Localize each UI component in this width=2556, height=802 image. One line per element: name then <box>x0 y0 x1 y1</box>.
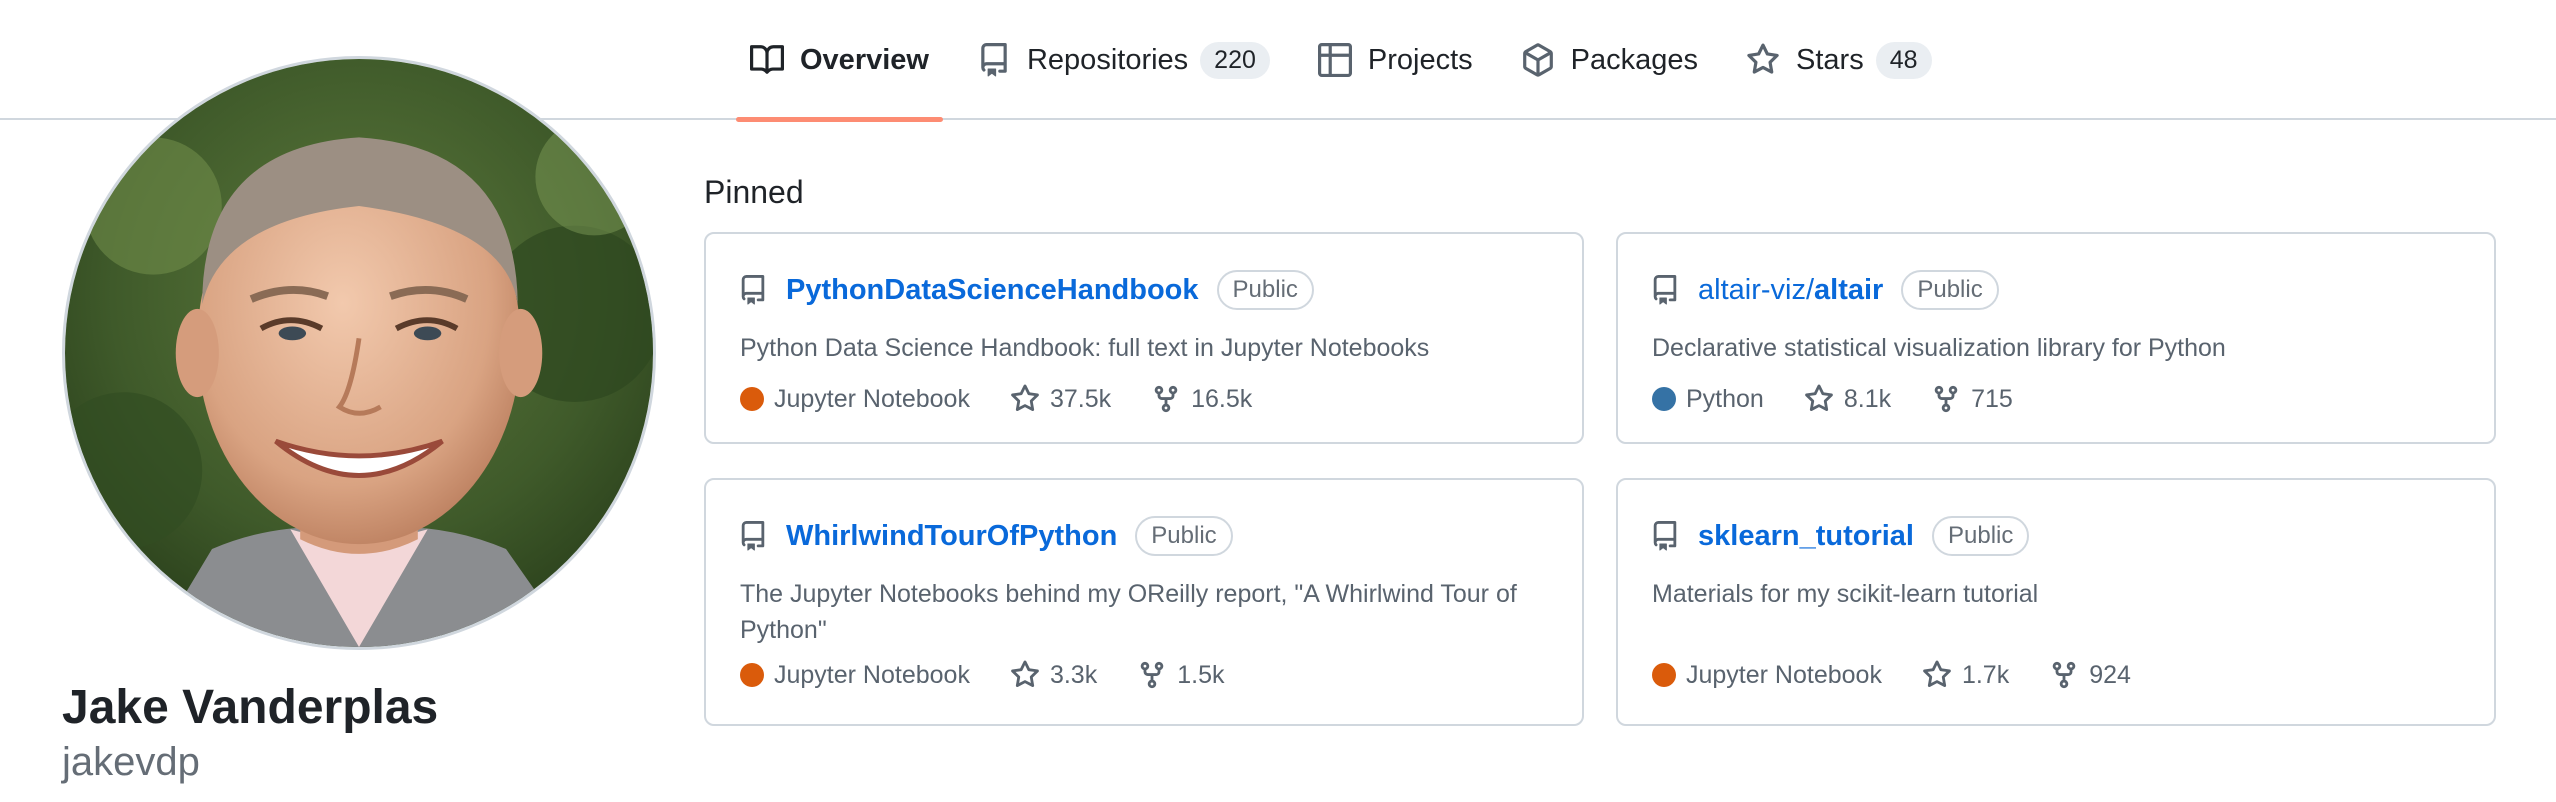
repo-description: Python Data Science Handbook: full text … <box>740 334 1430 362</box>
repo-forks-link[interactable]: 1.5k <box>1137 660 1224 690</box>
repo-description: The Jupyter Notebooks behind my OReilly … <box>740 580 1517 644</box>
language-label: Jupyter Notebook <box>1686 660 1882 689</box>
repo-stars-link[interactable]: 1.7k <box>1922 660 2009 690</box>
repo-forks-link[interactable]: 715 <box>1931 384 2013 414</box>
visibility-badge: Public <box>1931 516 2030 556</box>
pinned-repo-card: WhirlwindTourOfPython Public The Jupyter… <box>704 478 1584 726</box>
stars-count-badge: 48 <box>1875 41 1932 79</box>
tab-label: Overview <box>800 43 929 76</box>
star-icon <box>1011 660 1039 688</box>
repo-language: Jupyter Notebook <box>740 661 970 690</box>
forks-count: 924 <box>2089 660 2131 689</box>
repo-forks-link[interactable]: 924 <box>2049 660 2131 690</box>
visibility-badge: Public <box>1135 516 1233 556</box>
language-color-dot <box>740 663 764 687</box>
profile-tabs: Overview Repositories 220 Projects Packa… <box>736 0 1966 122</box>
star-icon <box>1804 384 1833 412</box>
star-icon <box>1746 43 1780 77</box>
repo-icon <box>738 519 768 553</box>
repo-icon <box>738 273 768 307</box>
tab-overview[interactable]: Overview <box>736 0 943 122</box>
table-icon <box>1317 43 1352 77</box>
visibility-badge: Public <box>1901 270 1999 310</box>
tab-stars[interactable]: Stars 48 <box>1732 0 1946 120</box>
tab-packages[interactable]: Packages <box>1507 0 1712 120</box>
stars-count: 37.5k <box>1049 384 1112 413</box>
repo-name: altair <box>1814 273 1884 306</box>
repo-stars-link[interactable]: 37.5k <box>1010 384 1111 414</box>
fork-icon <box>1934 385 1958 413</box>
pinned-heading: Pinned <box>704 174 804 210</box>
package-icon <box>1521 43 1555 77</box>
tab-label: Repositories <box>1026 43 1189 76</box>
star-icon <box>1011 384 1039 412</box>
repo-name: sklearn_tutorial <box>1698 519 1914 552</box>
repo-language: Python <box>1652 385 1764 414</box>
language-label: Python <box>1686 384 1764 413</box>
pinned-repo-card: sklearn_tutorial Public Materials for my… <box>1616 478 2496 726</box>
repo-link[interactable]: sklearn_tutorial <box>1698 520 1914 553</box>
tab-repositories[interactable]: Repositories 220 <box>963 0 1284 120</box>
language-label: Jupyter Notebook <box>774 384 970 413</box>
repo-language: Jupyter Notebook <box>740 385 970 414</box>
repo-name: WhirlwindTourOfPython <box>786 519 1118 552</box>
tab-label: Projects <box>1367 43 1473 76</box>
repo-icon <box>1650 273 1680 307</box>
visibility-badge: Public <box>1216 270 1314 310</box>
repo-language: Jupyter Notebook <box>1652 661 1882 690</box>
language-label: Jupyter Notebook <box>774 660 970 689</box>
pinned-repo-card: altair-viz/altair Public Declarative sta… <box>1616 232 2496 444</box>
fork-icon <box>1154 385 1178 413</box>
repo-link[interactable]: altair-viz/altair <box>1698 274 1883 307</box>
avatar[interactable] <box>62 56 656 650</box>
repo-name: PythonDataScienceHandbook <box>786 273 1199 306</box>
repo-stars-link[interactable]: 3.3k <box>1010 660 1097 690</box>
repo-icon <box>977 43 1011 77</box>
repo-icon <box>1650 519 1680 553</box>
language-color-dot <box>1652 663 1676 687</box>
pinned-repo-card: PythonDataScienceHandbook Public Python … <box>704 232 1584 444</box>
repositories-count-badge: 220 <box>1200 41 1270 79</box>
repo-link[interactable]: WhirlwindTourOfPython <box>786 520 1117 553</box>
stars-count: 1.7k <box>1961 660 2010 689</box>
star-icon <box>1923 660 1951 688</box>
tab-label: Packages <box>1570 43 1699 76</box>
repo-stars-link[interactable]: 8.1k <box>1804 384 1891 414</box>
repo-link[interactable]: PythonDataScienceHandbook <box>786 274 1199 307</box>
repo-forks-link[interactable]: 16.5k <box>1151 384 1252 414</box>
repo-owner: altair-viz/ <box>1698 273 1815 306</box>
forks-count: 715 <box>1971 384 2013 413</box>
stars-count: 8.1k <box>1843 384 1892 413</box>
tab-projects[interactable]: Projects <box>1304 0 1487 120</box>
language-color-dot <box>740 387 764 411</box>
stars-count: 3.3k <box>1049 660 1098 689</box>
repo-description: Materials for my scikit-learn tutorial <box>1652 580 2039 608</box>
forks-count: 16.5k <box>1191 384 1253 413</box>
profile-full-name: Jake Vanderplas <box>62 681 439 734</box>
repo-description: Declarative statistical visualization li… <box>1652 334 2226 362</box>
language-color-dot <box>1652 387 1676 411</box>
forks-count: 1.5k <box>1177 660 1225 689</box>
profile-username: jakevdp <box>62 740 200 784</box>
fork-icon <box>1140 661 1164 689</box>
fork-icon <box>2052 661 2076 689</box>
tab-label: Stars <box>1796 43 1864 76</box>
book-icon <box>750 43 784 77</box>
